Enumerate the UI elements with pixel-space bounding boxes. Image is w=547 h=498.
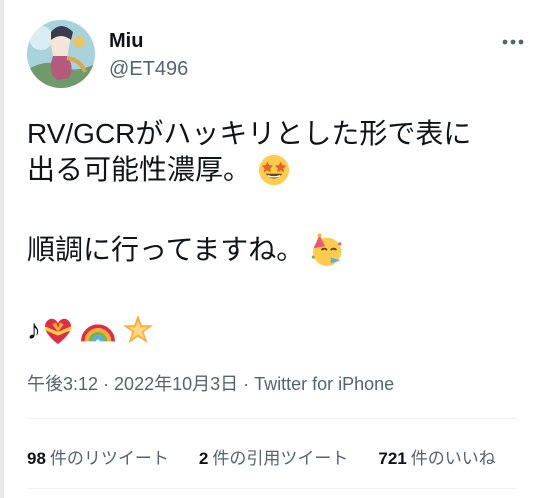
retweets-stat[interactable]: 98 件のリツイート <box>27 444 169 469</box>
author-name[interactable]: Miu <box>109 30 143 53</box>
retweets-label: 件のリツイート <box>49 449 169 468</box>
left-edge <box>0 0 4 498</box>
author-handle[interactable]: @ET496 <box>109 58 188 81</box>
more-horizontal-icon <box>502 39 524 45</box>
tweet-date[interactable]: 2022年10月3日 <box>114 374 238 394</box>
tweet-text-line-3: 順調に行ってますね。 <box>27 234 305 265</box>
tweet-line-1: RV/GCRがハッキリとした形で表に <box>27 116 527 152</box>
rainbow-emoji-icon <box>81 324 115 342</box>
tweet-line-4: ♪ <box>27 312 527 348</box>
quote-tweets-count: 2 <box>198 449 209 468</box>
meta-separator: · <box>98 374 115 394</box>
music-note-text: ♪ <box>27 314 41 345</box>
divider-bottom <box>27 488 517 489</box>
quote-tweets-stat[interactable]: 2 件の引用ツイート <box>199 444 348 469</box>
quote-tweets-label: 件の引用ツイート <box>212 449 349 468</box>
tweet-card: Miu @ET496 RV/GCRがハッキリとした形で表に 出る可能性濃厚。 順… <box>27 20 527 498</box>
partying-face-emoji-icon <box>312 233 342 267</box>
star-struck-emoji-icon <box>258 154 290 186</box>
likes-label: 件のいいね <box>410 449 496 468</box>
meta-separator: · <box>238 374 255 394</box>
retweets-count: 98 <box>27 449 46 468</box>
tweet-text: RV/GCRがハッキリとした形で表に 出る可能性濃厚。 順調に行ってますね。 ♪ <box>27 116 527 348</box>
tweet-header: Miu @ET496 <box>27 20 527 90</box>
tweet-line-3: 順調に行ってますね。 <box>27 232 527 268</box>
engagement-stats: 98 件のリツイート 2 件の引用ツイート 721 件のいいね <box>27 444 527 469</box>
avatar-illustration <box>27 20 95 88</box>
tweet-time[interactable]: 午後3:12 <box>27 374 98 394</box>
avatar[interactable] <box>27 20 95 88</box>
more-options-button[interactable] <box>499 28 527 56</box>
tweet-text-line-1: RV/GCRがハッキリとした形で表に <box>27 118 472 149</box>
likes-stat[interactable]: 721 件のいいね <box>378 444 495 469</box>
tweet-source-link[interactable]: Twitter for iPhone <box>254 374 394 394</box>
glowing-star-emoji-icon <box>122 314 154 344</box>
likes-count: 721 <box>378 449 407 468</box>
tweet-line-2: 出る可能性濃厚。 <box>27 152 527 188</box>
tweet-text-line-2: 出る可能性濃厚。 <box>27 154 252 185</box>
heart-with-ribbon-emoji-icon <box>44 318 72 345</box>
divider-top <box>27 418 517 419</box>
tweet-metadata: 午後3:12 · 2022年10月3日 · Twitter for iPhone <box>27 370 394 396</box>
